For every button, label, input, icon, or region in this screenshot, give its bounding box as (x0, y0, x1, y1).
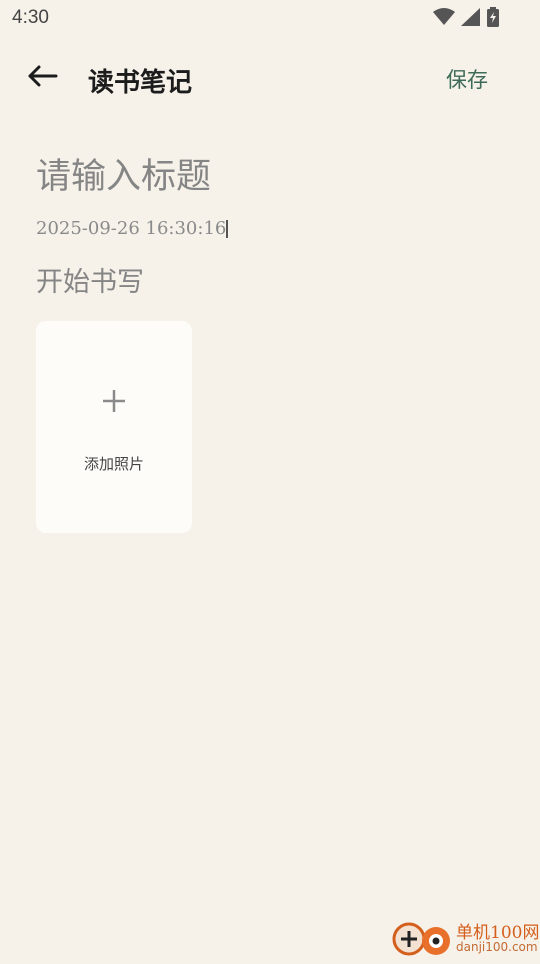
add-photo-label: 添加照片 (83, 455, 144, 473)
battery-charging-icon (486, 7, 500, 27)
add-photo-button[interactable]: 添加照片 (36, 321, 192, 533)
save-button[interactable]: 保存 (446, 64, 488, 94)
cell-signal-icon (461, 8, 480, 26)
watermark: 单机100网 danji100.com (390, 916, 540, 960)
wifi-icon (433, 8, 455, 26)
timestamp: 2025-09-26 16:30:16 (36, 218, 227, 239)
title-input[interactable] (36, 150, 496, 204)
status-time: 4:30 (12, 7, 49, 28)
text-cursor (226, 220, 228, 238)
watermark-url: danji100.com (456, 940, 538, 954)
body-input[interactable] (36, 262, 496, 302)
status-bar: 4:30 (0, 0, 540, 36)
page-title: 读书笔记 (88, 68, 193, 98)
plus-icon (101, 388, 127, 418)
status-icons (433, 7, 500, 27)
watermark-logo-icon (390, 918, 454, 964)
app-bar: 读书笔记 保存 (0, 50, 540, 106)
back-arrow-icon (26, 64, 58, 92)
back-button[interactable] (20, 60, 64, 96)
